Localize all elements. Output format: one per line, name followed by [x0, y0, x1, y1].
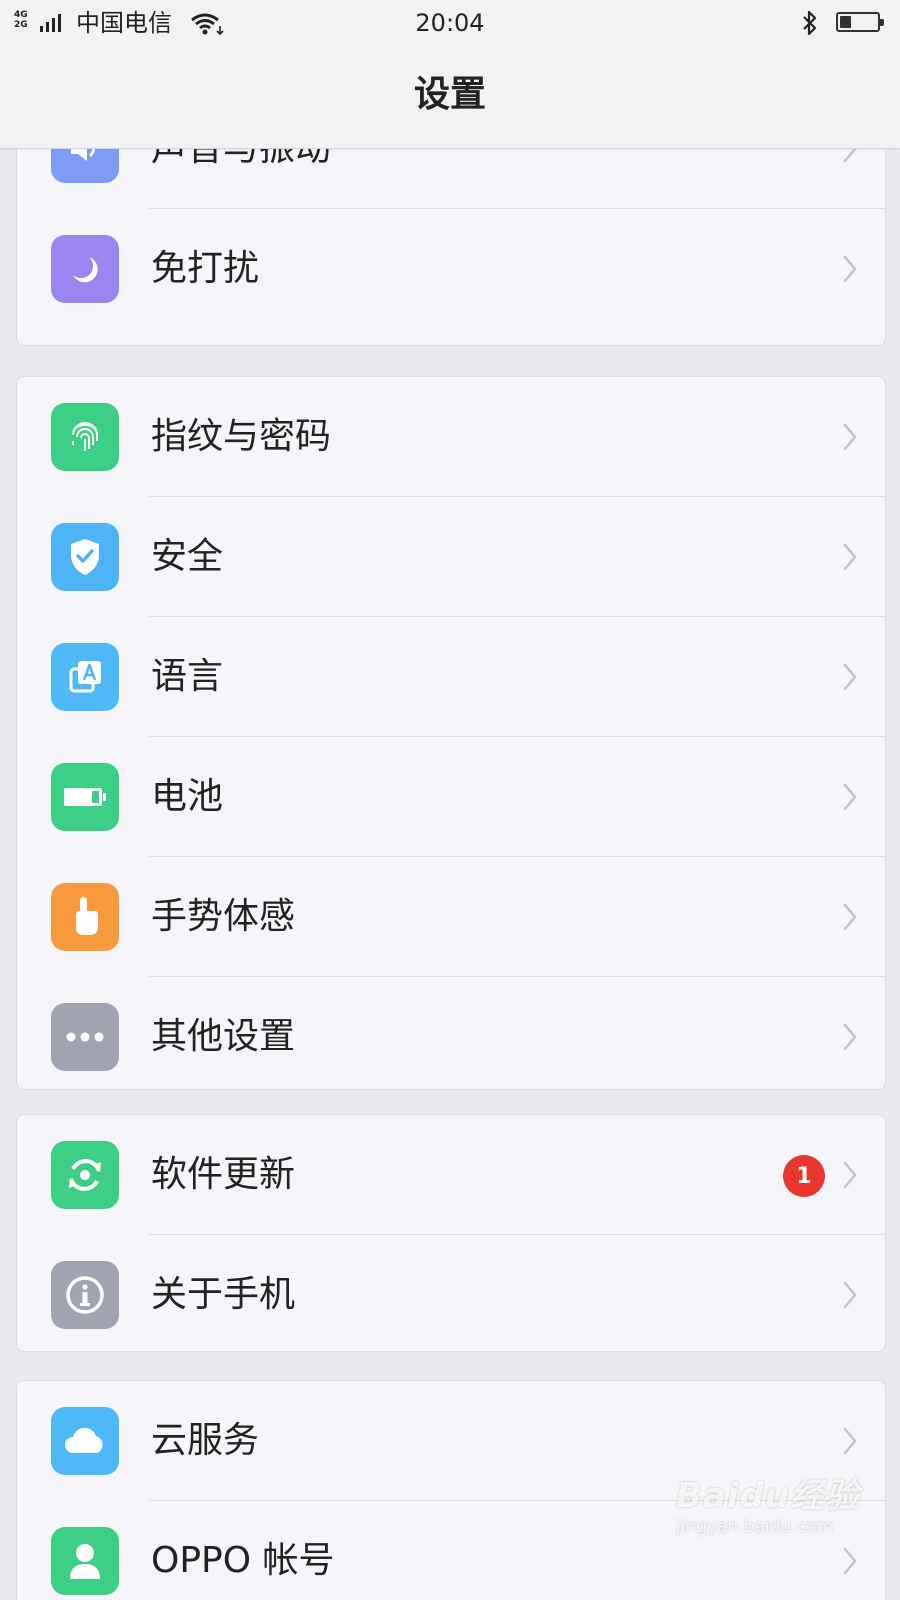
settings-item-label: 关于手机 — [151, 1274, 296, 1315]
language-icon — [51, 643, 119, 711]
gesture-hand-icon — [51, 883, 119, 951]
chevron-right-icon — [843, 423, 857, 451]
chevron-right-icon — [843, 1427, 857, 1455]
settings-item-fingerprint-password[interactable]: 指纹与密码 — [17, 377, 885, 497]
chevron-right-icon — [843, 903, 857, 931]
status-bar: 4G 2G 中国电信 20:04 — [0, 0, 900, 48]
settings-item-about-phone[interactable]: 关于手机 — [17, 1235, 885, 1351]
page-title: 设置 — [413, 74, 486, 115]
settings-item-software-update[interactable]: 软件更新 1 — [17, 1115, 885, 1235]
info-icon — [51, 1261, 119, 1329]
settings-item-label: 语言 — [151, 656, 224, 697]
battery-icon — [51, 763, 119, 831]
settings-group-device: 软件更新 1 关于手机 — [16, 1114, 886, 1352]
chevron-right-icon — [843, 1161, 857, 1189]
settings-group-system: 指纹与密码 安全 语言 电池 手势体感 其他设置 — [16, 376, 886, 1090]
chevron-right-icon — [843, 543, 857, 571]
account-icon — [51, 1527, 119, 1595]
settings-item-label: 指纹与密码 — [151, 416, 332, 457]
settings-item-label: 电池 — [151, 776, 224, 817]
chevron-right-icon — [843, 255, 857, 283]
clock: 20:04 — [415, 9, 485, 37]
settings-item-label: 软件更新 — [151, 1154, 296, 1195]
cloud-icon — [51, 1407, 119, 1475]
update-icon — [51, 1141, 119, 1209]
battery-status-icon — [836, 12, 884, 32]
settings-item-do-not-disturb[interactable]: 免打扰 — [17, 209, 885, 329]
settings-item-sound-vibration[interactable]: 声音与振动 — [17, 148, 885, 209]
chevron-right-icon — [843, 783, 857, 811]
settings-item-security[interactable]: 安全 — [17, 497, 885, 617]
bluetooth-icon — [803, 10, 817, 36]
watermark-logo-text: Baidu经验 — [676, 1476, 861, 1516]
settings-item-gestures[interactable]: 手势体感 — [17, 857, 885, 977]
chevron-right-icon — [843, 148, 857, 163]
settings-item-other-settings[interactable]: 其他设置 — [17, 977, 885, 1089]
battery-level-fill — [840, 16, 851, 28]
baidu-jingyan-watermark: Baidu经验 jingyan.baidu.com — [676, 1476, 860, 1538]
settings-list[interactable]: 声音与振动 免打扰 指纹与密码 安全 语言 电池 手势体感 其他设置 软件更新 … — [0, 148, 900, 1600]
chevron-right-icon — [843, 1547, 857, 1575]
chevron-right-icon — [843, 663, 857, 691]
speaker-icon — [51, 148, 119, 183]
settings-item-label: 声音与振动 — [151, 148, 332, 169]
fingerprint-icon — [51, 403, 119, 471]
notification-badge: 1 — [783, 1155, 825, 1197]
settings-item-battery[interactable]: 电池 — [17, 737, 885, 857]
chevron-right-icon — [843, 1281, 857, 1309]
settings-group-sound: 声音与振动 免打扰 — [16, 148, 886, 346]
settings-item-language[interactable]: 语言 — [17, 617, 885, 737]
shield-check-icon — [51, 523, 119, 591]
settings-item-label: 免打扰 — [151, 248, 260, 289]
title-bar: 设置 — [0, 48, 900, 149]
more-dots-icon — [51, 1003, 119, 1071]
settings-item-label: 其他设置 — [151, 1016, 296, 1057]
settings-item-label: 安全 — [151, 536, 224, 577]
settings-item-label: 手势体感 — [151, 896, 296, 937]
moon-icon — [51, 235, 119, 303]
watermark-url: jingyan.baidu.com — [676, 1517, 833, 1537]
chevron-right-icon — [843, 1023, 857, 1051]
settings-item-label: 云服务 — [151, 1420, 260, 1461]
settings-item-label: OPPO 帐号 — [151, 1540, 335, 1581]
